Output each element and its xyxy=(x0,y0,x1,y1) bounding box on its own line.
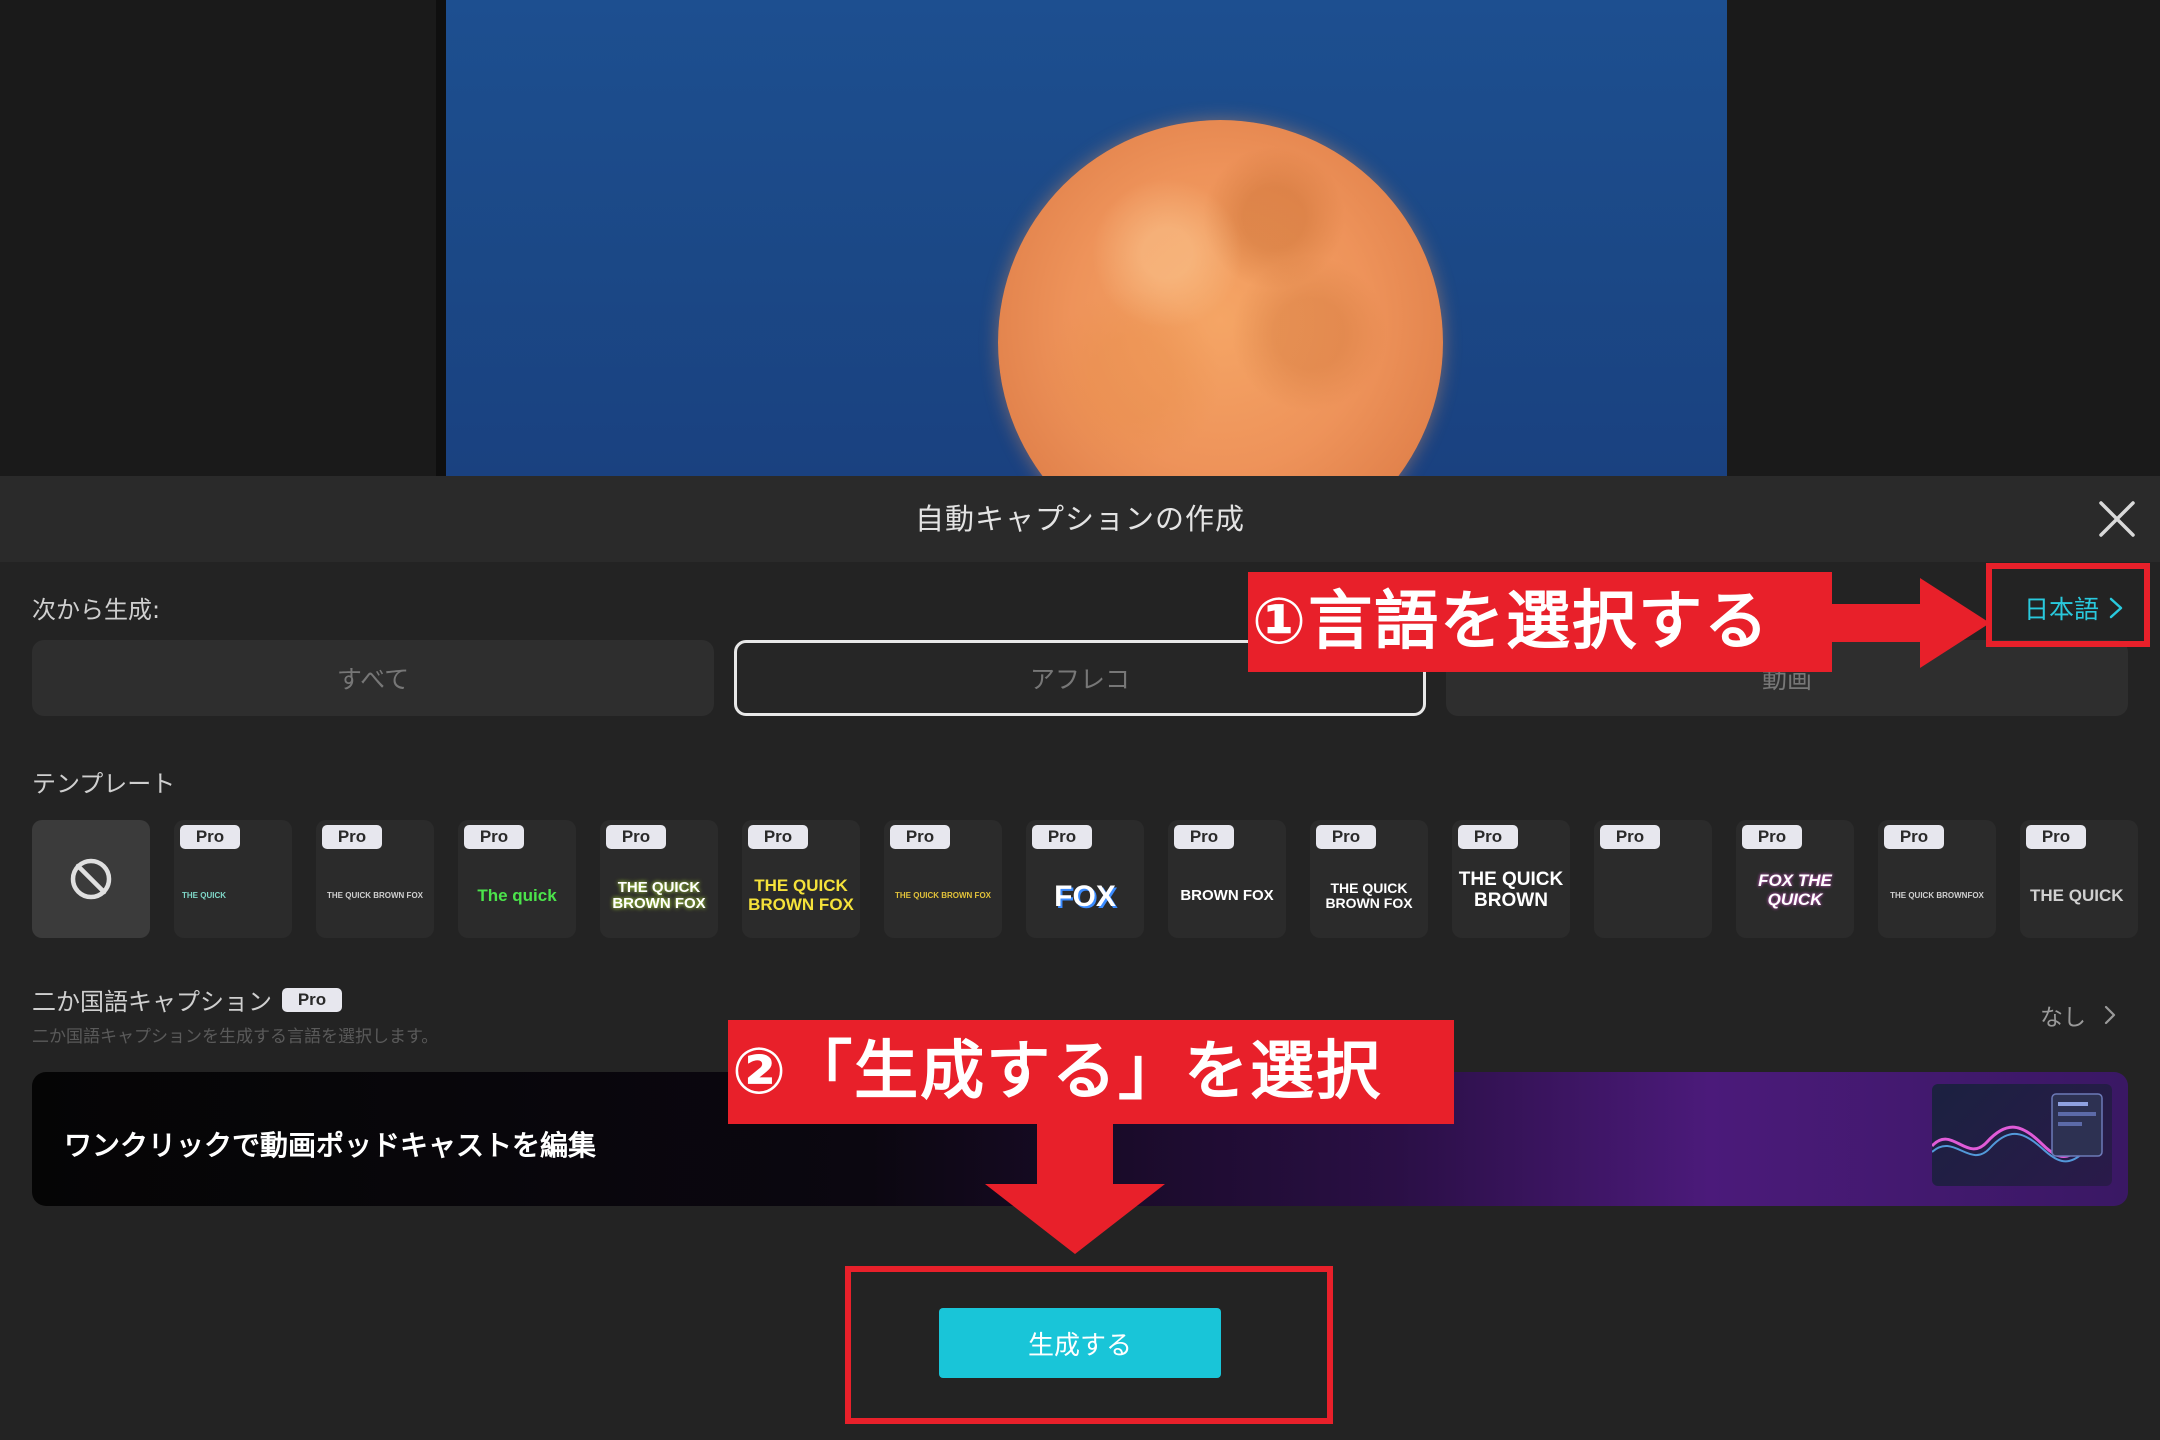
template-preview-text: FOX xyxy=(1054,879,1116,913)
preview-divider xyxy=(436,0,446,476)
no-template-icon xyxy=(70,858,112,900)
pro-badge: Pro xyxy=(1742,825,1802,849)
template-item[interactable]: Pro THE QUICK BROWN FOX xyxy=(742,820,860,938)
banner-thumbnail xyxy=(1932,1084,2112,1186)
template-item[interactable]: Pro THE QUICK xyxy=(174,820,292,938)
template-preview-text: THE QUICK BROWNFOX xyxy=(1890,890,1984,900)
template-item[interactable]: Pro THE QUICK xyxy=(2020,820,2138,938)
template-list: Pro THE QUICK Pro THE QUICK BROWN FOX Pr… xyxy=(32,820,2160,940)
bilingual-caption-title: 二か国語キャプション xyxy=(32,988,272,1016)
template-item[interactable]: Pro xyxy=(1594,820,1712,938)
banner-text: ワンクリックで動画ポッドキャストを編集 xyxy=(64,1129,597,1162)
template-none[interactable] xyxy=(32,820,150,938)
arrow-right-icon xyxy=(1820,578,1990,668)
template-preview-text: THE QUICK xyxy=(2030,885,2124,905)
pro-badge: Pro xyxy=(180,825,240,849)
template-preview-text: BROWN FOX xyxy=(1180,886,1274,904)
pro-badge: Pro xyxy=(1600,825,1660,849)
pro-badge: Pro xyxy=(1458,825,1518,849)
close-icon[interactable] xyxy=(2098,500,2136,538)
pro-badge: Pro xyxy=(464,825,524,849)
template-item[interactable]: Pro THE QUICK BROWN FOX xyxy=(316,820,434,938)
template-preview-text: THE QUICK xyxy=(182,890,226,900)
bilingual-caption-selector[interactable]: なし xyxy=(2040,998,2116,1032)
pro-badge: Pro xyxy=(2026,825,2086,849)
template-item[interactable]: Pro BROWN FOX xyxy=(1168,820,1286,938)
bilingual-caption-value: なし xyxy=(2040,1005,2086,1031)
template-item[interactable]: Pro FOX THE QUICK xyxy=(1736,820,1854,938)
template-preview-text: THE QUICK BROWN FOX xyxy=(895,890,991,900)
pro-badge: Pro xyxy=(890,825,950,849)
template-item[interactable]: Pro The quick xyxy=(458,820,576,938)
pro-badge: Pro xyxy=(322,825,382,849)
template-preview-text: THE QUICK BROWN FOX xyxy=(612,878,706,912)
pro-badge: Pro xyxy=(282,987,342,1012)
arrow-down-icon xyxy=(985,1122,1165,1254)
pro-badge: Pro xyxy=(1032,825,1092,849)
template-item[interactable]: Pro THE QUICK BROWN FOX xyxy=(1310,820,1428,938)
annotation-highlight-generate xyxy=(845,1266,1333,1424)
source-option-all[interactable]: すべて xyxy=(32,640,714,716)
template-item[interactable]: Pro THE QUICK BROWN FOX xyxy=(600,820,718,938)
template-preview-text: THE QUICK BROWN FOX xyxy=(327,890,423,900)
template-item[interactable]: Pro THE QUICK BROWNFOX xyxy=(1878,820,1996,938)
video-frame xyxy=(446,0,1727,476)
chevron-right-icon xyxy=(2104,1005,2116,1025)
pro-badge: Pro xyxy=(1884,825,1944,849)
template-item[interactable]: Pro THE QUICK BROWN FOX xyxy=(884,820,1002,938)
pro-badge: Pro xyxy=(1174,825,1234,849)
template-preview-text: FOX THE QUICK xyxy=(1758,871,1832,909)
annotation-highlight-language xyxy=(1986,563,2150,647)
annotation-step1-label: ①言語を選択する xyxy=(1248,572,1832,672)
template-item[interactable]: Pro FOX xyxy=(1026,820,1144,938)
template-preview-text xyxy=(1598,860,1708,932)
source-label: 次から生成: xyxy=(32,596,161,624)
moon-image xyxy=(998,120,1443,476)
annotation-step2-label: ②「生成する」を選択 xyxy=(728,1020,1454,1124)
template-preview-text: THE QUICK BROWN FOX xyxy=(1325,879,1413,911)
template-label: テンプレート xyxy=(32,770,176,798)
template-preview-text: THE QUICK BROWN xyxy=(1458,869,1564,911)
template-preview-text: The quick xyxy=(477,885,557,905)
dialog-title: 自動キャプションの作成 xyxy=(914,502,1245,536)
template-preview-text: THE QUICK BROWN FOX xyxy=(748,876,854,914)
pro-badge: Pro xyxy=(748,825,808,849)
bilingual-caption-row[interactable]: 二か国語キャプション Pro xyxy=(32,982,342,1017)
pro-badge: Pro xyxy=(1316,825,1376,849)
template-item[interactable]: Pro THE QUICK BROWN xyxy=(1452,820,1570,938)
bilingual-caption-description: 二か国語キャプションを生成する言語を選択します。 xyxy=(32,1027,439,1047)
pro-badge: Pro xyxy=(606,825,666,849)
